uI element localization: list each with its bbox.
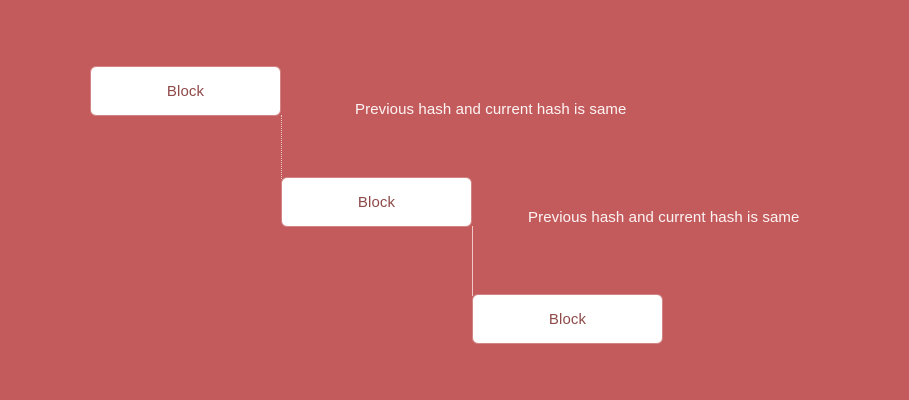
hash-note-1: Previous hash and current hash is same <box>355 101 627 118</box>
block-node-3: Block <box>473 295 662 343</box>
block-node-2: Block <box>282 178 471 226</box>
block-label: Block <box>548 310 587 328</box>
block-label: Block <box>357 193 396 211</box>
block-node-1: Block <box>91 67 280 115</box>
blockchain-diagram: Block Block Block Previous hash and curr… <box>0 0 909 400</box>
connector-line-1-2 <box>281 115 282 179</box>
hash-note-2: Previous hash and current hash is same <box>528 209 800 226</box>
connector-line-2-3 <box>472 226 473 296</box>
block-label: Block <box>166 82 205 100</box>
